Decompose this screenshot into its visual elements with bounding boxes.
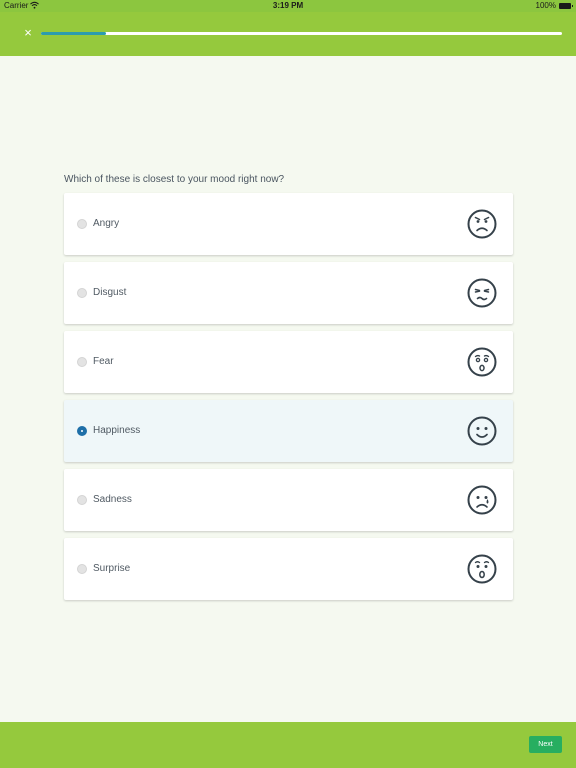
option-label: Disgust: [93, 287, 127, 298]
option-disgust[interactable]: Disgust: [64, 262, 513, 324]
option-label: Happiness: [93, 425, 141, 436]
progress-fill: [41, 32, 107, 35]
surprise-face-icon: [467, 554, 497, 584]
battery-percent: 100%: [535, 1, 556, 10]
option-happiness[interactable]: Happiness: [64, 400, 513, 462]
fear-face-icon: [467, 347, 497, 377]
option-sadness[interactable]: Sadness: [64, 469, 513, 531]
option-fear[interactable]: Fear: [64, 331, 513, 393]
options-list: Angry Disgust Fear Happiness Sadness Sur…: [64, 193, 513, 607]
radio-button[interactable]: [77, 288, 87, 298]
progress-bar: [41, 32, 562, 35]
option-label: Sadness: [93, 494, 132, 505]
next-button[interactable]: Next: [529, 736, 562, 753]
radio-button[interactable]: [77, 495, 87, 505]
status-time: 3:19 PM: [272, 1, 304, 10]
option-label: Fear: [93, 356, 114, 367]
footer-bar: Next: [0, 722, 576, 768]
radio-button[interactable]: [77, 219, 87, 229]
option-label: Angry: [93, 218, 120, 229]
happy-face-icon: [467, 416, 497, 446]
option-angry[interactable]: Angry: [64, 193, 513, 255]
status-bar: Carrier 3:19 PM 100%: [0, 0, 576, 12]
battery-icon: [559, 3, 573, 9]
radio-button[interactable]: [77, 426, 87, 436]
disgust-face-icon: [467, 278, 497, 308]
question-text: Which of these is closest to your mood r…: [64, 174, 285, 185]
option-label: Surprise: [93, 563, 131, 574]
radio-button[interactable]: [77, 564, 87, 574]
angry-face-icon: [467, 209, 497, 239]
option-surprise[interactable]: Surprise: [64, 538, 513, 600]
sad-face-icon: [467, 485, 497, 515]
radio-button[interactable]: [77, 357, 87, 367]
close-button[interactable]: ×: [20, 24, 36, 42]
header-bar: ×: [0, 12, 576, 56]
